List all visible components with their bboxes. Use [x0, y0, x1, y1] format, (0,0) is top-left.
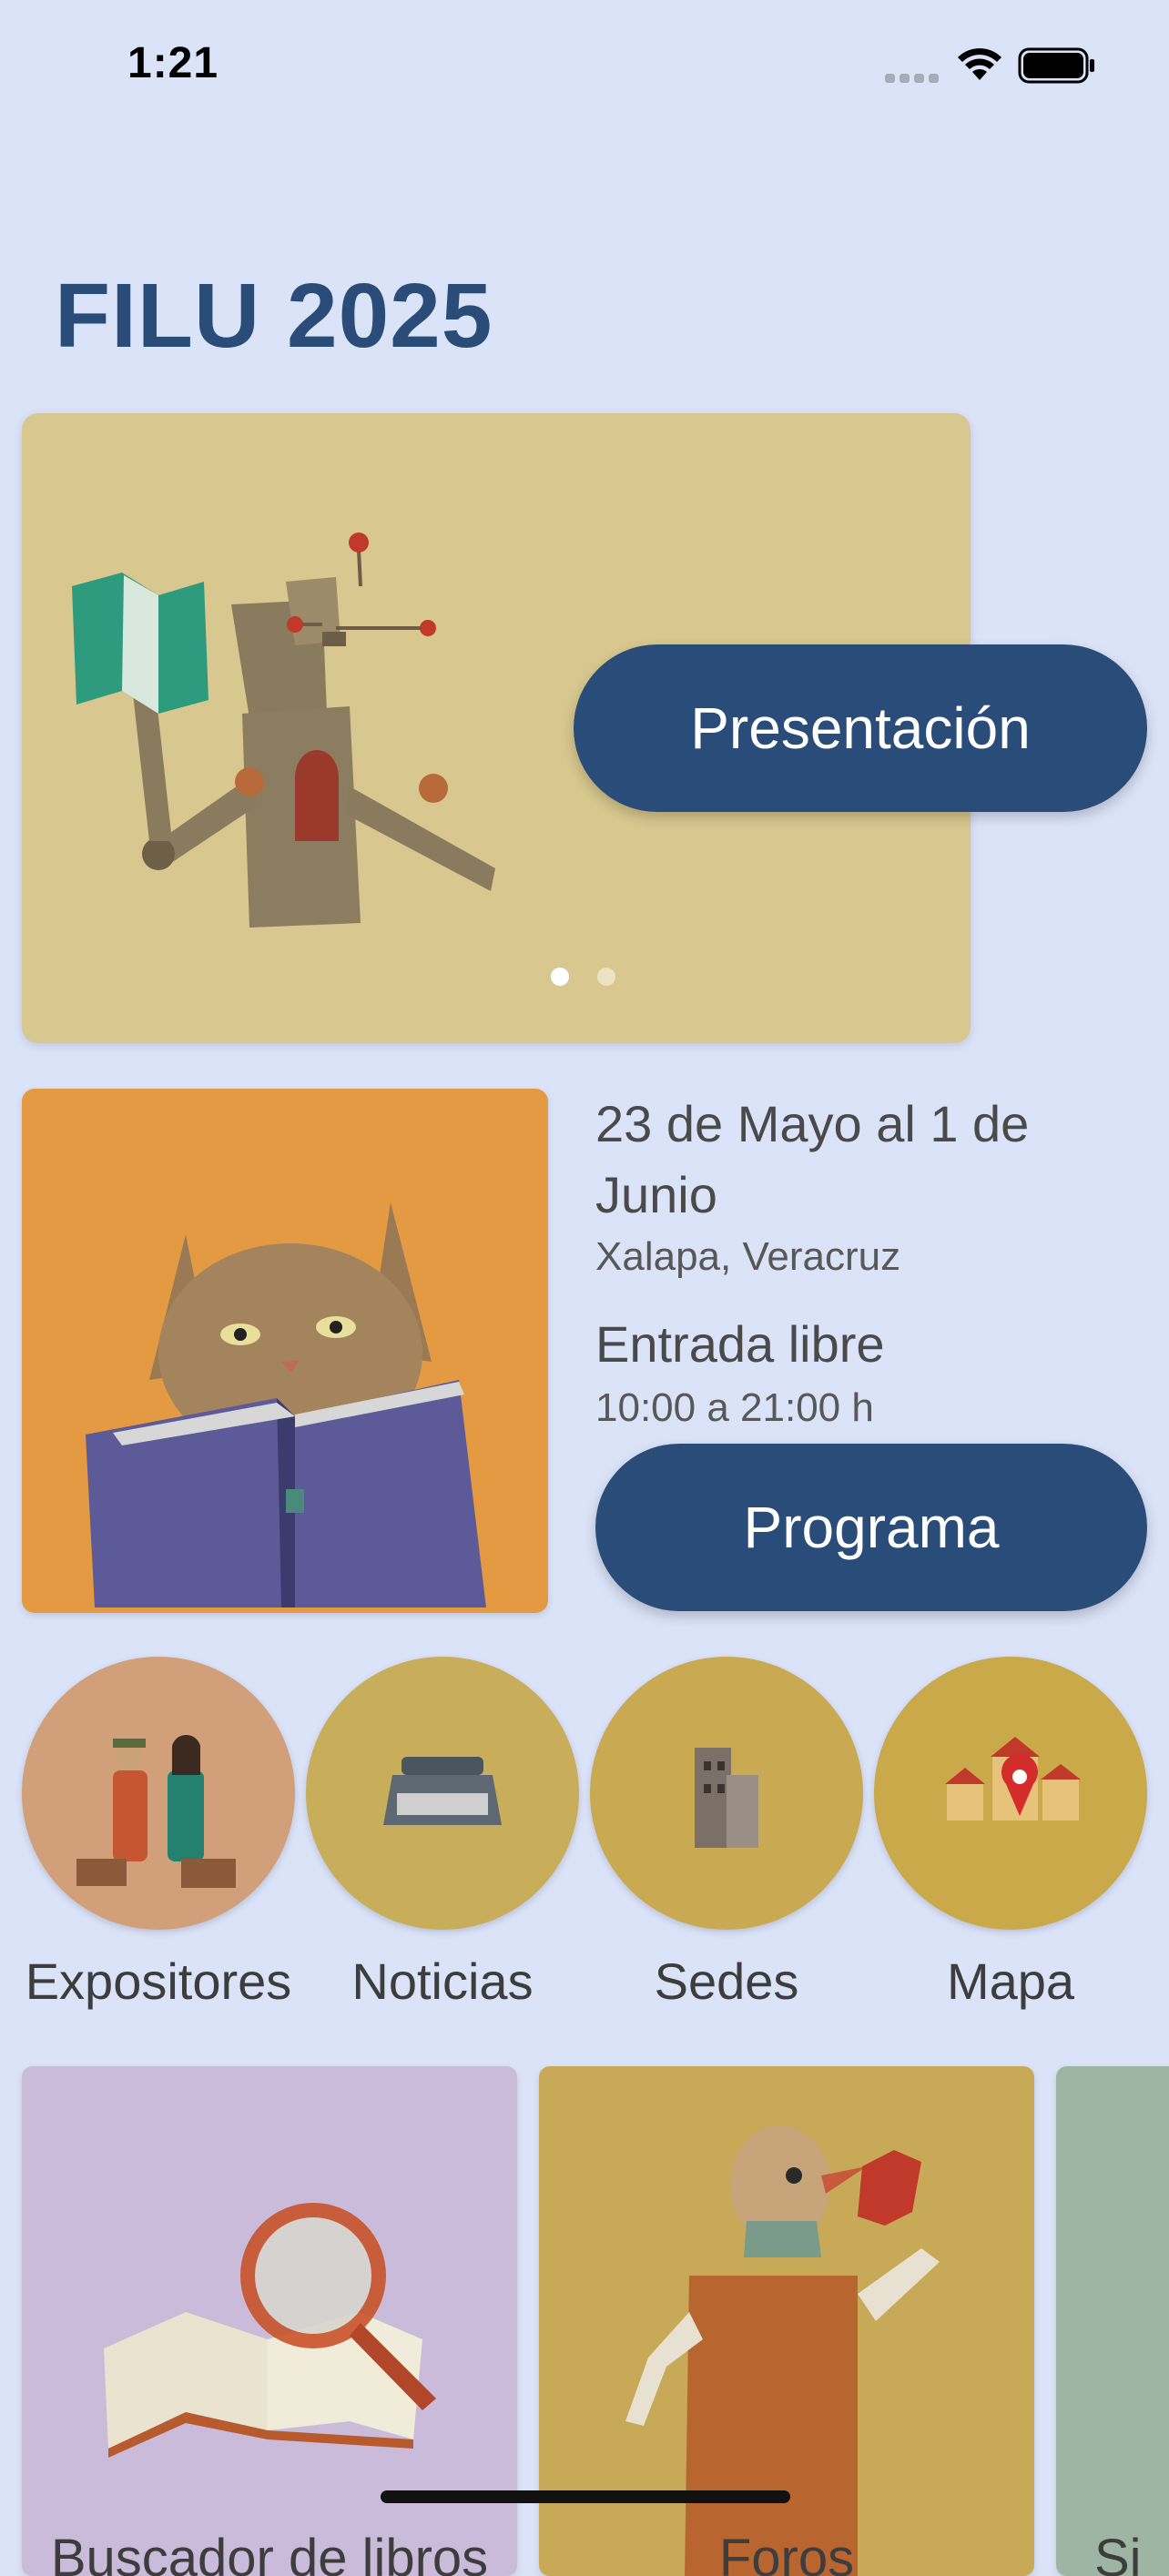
presentacion-button[interactable]: Presentación — [574, 644, 1147, 812]
programa-button[interactable]: Programa — [595, 1444, 1147, 1611]
entry-text: Entrada libre — [595, 1315, 885, 1373]
typewriter-icon — [383, 1757, 502, 1825]
building-icon — [695, 1748, 758, 1848]
expositores-label: Expositores — [25, 1952, 292, 2010]
partial-card-label: Si — [1094, 2529, 1142, 2576]
carousel-dot[interactable] — [597, 968, 615, 986]
home-indicator — [381, 2490, 790, 2503]
battery-icon — [1018, 47, 1094, 84]
exhibitors-icon — [76, 1734, 236, 1888]
mapa-button[interactable] — [874, 1657, 1147, 1930]
cellular-signal-icon — [885, 71, 941, 83]
buscador-label: Buscador de libros — [50, 2529, 489, 2576]
map-pin-icon — [945, 1737, 1081, 1820]
foros-label: Foros — [718, 2529, 855, 2576]
noticias-label: Noticias — [351, 1952, 534, 2010]
sedes-label: Sedes — [654, 1952, 799, 2010]
wifi-icon — [958, 48, 1001, 80]
partial-card[interactable]: Si — [1056, 2066, 1169, 2576]
mapa-label: Mapa — [946, 1952, 1075, 2010]
noticias-button[interactable] — [306, 1657, 579, 1930]
event-dates: 23 de Mayo al 1 de Junio — [595, 1095, 1030, 1223]
cat-reader-illustration — [86, 1202, 486, 1607]
event-city: Xalapa, Veracruz — [595, 1234, 901, 1279]
cat-reader-card — [22, 1089, 548, 1613]
status-time: 1:21 — [127, 39, 219, 87]
carousel-dot-active[interactable] — [551, 968, 569, 986]
page-title: FILU 2025 — [55, 265, 493, 367]
sedes-button[interactable] — [590, 1657, 863, 1930]
event-hours: 10:00 a 21:00 h — [595, 1385, 874, 1430]
expositores-button[interactable] — [22, 1657, 295, 1930]
